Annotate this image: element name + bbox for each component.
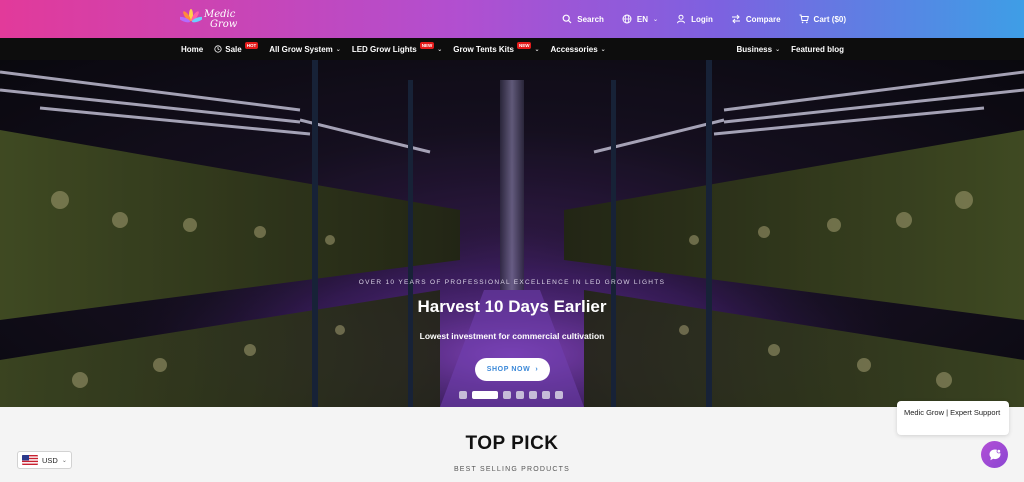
compare-arrows-icon: [731, 14, 740, 24]
nav-led-grow-lights[interactable]: LED Grow Lights NEW ⌄: [351, 41, 443, 54]
nav-business-label: Business: [736, 44, 773, 54]
cart-label: Cart ($0): [813, 14, 846, 24]
language-selector[interactable]: EN ⌄: [622, 14, 658, 24]
chevron-right-icon: ›: [535, 366, 539, 373]
globe-icon: [622, 14, 632, 24]
chevron-down-icon: ⌄: [600, 46, 606, 53]
slider-dots: [459, 391, 563, 399]
shop-now-label: SHOP NOW: [486, 366, 531, 373]
chat-button[interactable]: [981, 441, 1008, 468]
chevron-down-icon: ⌄: [335, 46, 341, 53]
section-subtitle: BEST SELLING PRODUCTS: [453, 466, 571, 473]
shop-now-button[interactable]: SHOP NOW ›: [475, 358, 550, 381]
slider-dot[interactable]: [529, 391, 537, 399]
login-button[interactable]: Login: [676, 14, 713, 24]
nav-led-grow-lights-label: LED Grow Lights: [351, 44, 417, 54]
hero-banner: OVER 10 YEARS OF PROFESSIONAL EXCELLENCE…: [0, 60, 1024, 407]
user-icon: [677, 14, 686, 24]
chat-icon: [989, 448, 1001, 460]
chevron-down-icon: ⌄: [437, 46, 443, 53]
nav-business[interactable]: Business ⌄: [737, 45, 781, 54]
new-badge: NEW: [516, 41, 532, 49]
nav-grow-tents-kits-label: Grow Tents Kits: [453, 44, 514, 54]
top-header: Medic Grow Search EN ⌄ Login Compare Car…: [0, 0, 1024, 38]
slider-dot[interactable]: [503, 391, 511, 399]
main-nav: Home Sale HOT All Grow System ⌄ LED Grow…: [0, 38, 1024, 60]
brand-logo[interactable]: Medic Grow: [180, 6, 237, 34]
nav-all-grow-system[interactable]: All Grow System ⌄: [269, 45, 341, 54]
grow-room-image: [0, 60, 1024, 407]
nav-left: Home Sale HOT All Grow System ⌄ LED Grow…: [181, 38, 606, 60]
slider-dot[interactable]: [542, 391, 550, 399]
search-button[interactable]: Search: [562, 14, 604, 24]
section-title: TOP PICK: [465, 433, 559, 454]
us-flag-icon: [22, 455, 38, 465]
compare-label: Compare: [745, 14, 781, 24]
top-actions: Search EN ⌄ Login Compare Cart ($0): [562, 0, 846, 38]
slider-dot[interactable]: [516, 391, 524, 399]
search-icon: [562, 14, 572, 24]
nav-home-label: Home: [181, 44, 204, 54]
cart-button[interactable]: Cart ($0): [799, 14, 846, 24]
currency-code: USD: [42, 455, 58, 465]
hot-badge: HOT: [244, 41, 259, 49]
nav-sale[interactable]: Sale HOT: [214, 41, 259, 54]
nav-featured-blog[interactable]: Featured blog: [791, 45, 844, 54]
nav-all-grow-system-label: All Grow System: [269, 44, 333, 54]
logo-flower-icon: [180, 9, 202, 23]
chevron-down-icon: ⌄: [61, 457, 67, 464]
logo-line-2: Grow: [210, 19, 238, 30]
currency-selector[interactable]: USD ⌄: [17, 451, 72, 469]
compare-button[interactable]: Compare: [731, 14, 781, 24]
login-label: Login: [691, 14, 713, 24]
nav-home[interactable]: Home: [181, 45, 203, 54]
nav-right: Business ⌄ Featured blog: [737, 38, 845, 60]
chat-message: Medic Grow | Expert Support: [904, 408, 1001, 417]
cart-icon: [799, 14, 809, 24]
chat-bubble[interactable]: Medic Grow | Expert Support: [897, 401, 1009, 435]
nav-featured-blog-label: Featured blog: [791, 44, 844, 54]
nav-sale-label: Sale: [225, 44, 242, 54]
slider-dot[interactable]: [555, 391, 563, 399]
slider-dot-active[interactable]: [472, 391, 498, 399]
nav-accessories-label: Accessories: [550, 44, 598, 54]
search-label: Search: [577, 14, 604, 24]
nav-grow-tents-kits[interactable]: Grow Tents Kits NEW ⌄: [453, 41, 540, 54]
hero-title: Harvest 10 Days Earlier: [417, 297, 607, 316]
slider-dot[interactable]: [459, 391, 467, 399]
hero-subtitle: Lowest investment for commercial cultiva…: [419, 331, 605, 341]
language-label: EN: [636, 14, 649, 24]
new-badge: NEW: [419, 41, 435, 49]
chevron-down-icon: ⌄: [653, 16, 659, 23]
nav-accessories[interactable]: Accessories ⌄: [551, 45, 606, 54]
logo-text: Medic Grow: [204, 10, 237, 30]
chevron-down-icon: ⌄: [534, 46, 540, 53]
clock-icon: [214, 45, 222, 53]
chevron-down-icon: ⌄: [775, 46, 781, 53]
hero-eyebrow: OVER 10 YEARS OF PROFESSIONAL EXCELLENCE…: [358, 279, 666, 286]
